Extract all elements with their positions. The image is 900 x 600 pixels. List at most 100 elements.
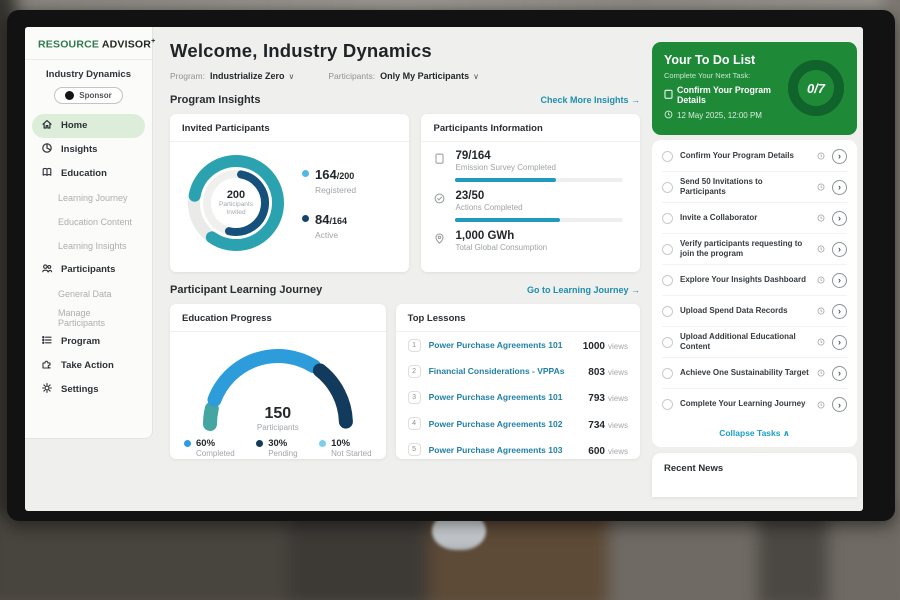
lesson-link[interactable]: Power Purchase Agreements 101 (429, 392, 581, 402)
go-to-learning-journey-link[interactable]: Go to Learning Journey → (527, 285, 640, 295)
rank-badge: 5 (408, 443, 421, 456)
legend-registered: 164/200 Registered (302, 166, 356, 195)
location-pin-icon (433, 232, 446, 250)
legend-dot (302, 170, 309, 177)
sidebar-item-participants[interactable]: Participants (32, 258, 145, 282)
sidebar-item-label: Settings (61, 384, 98, 395)
card-title: Invited Participants (170, 114, 409, 142)
sidebar-item-home[interactable]: Home (32, 114, 145, 138)
program-filter-value: Industrialize Zero (210, 71, 285, 81)
clock-icon (817, 302, 825, 320)
task-go-button[interactable]: › (832, 180, 847, 195)
collapse-tasks-link[interactable]: Collapse Tasks ∧ (662, 420, 847, 443)
sidebar-item-label: Participants (61, 264, 115, 275)
task-label: Upload Additional Educational Content (680, 332, 810, 353)
task-go-button[interactable]: › (832, 397, 847, 412)
chevron-right-icon: › (838, 337, 841, 347)
task-row-complete-learning-journey[interactable]: Complete Your Learning Journey › (662, 389, 847, 420)
task-checkbox[interactable] (662, 399, 673, 410)
lesson-link[interactable]: Power Purchase Agreements 102 (429, 419, 581, 429)
legend-dot (319, 440, 326, 447)
task-go-button[interactable]: › (832, 273, 847, 288)
sidebar-item-education-content[interactable]: Education Content (32, 210, 145, 234)
task-go-button[interactable]: › (832, 242, 847, 257)
task-checkbox[interactable] (662, 213, 673, 224)
participants-filter-label: Participants: (328, 71, 375, 81)
task-go-button[interactable]: › (832, 149, 847, 164)
survey-icon (433, 152, 446, 170)
sidebar-item-manage-participants[interactable]: Manage Participants (32, 306, 145, 330)
puzzle-icon (41, 358, 53, 373)
lesson-link[interactable]: Financial Considerations - VPPAs (429, 366, 581, 376)
sidebar-item-label: Learning Insights (58, 241, 127, 251)
clock-icon (817, 396, 825, 414)
metric-label: Emission Survey Completed (455, 163, 555, 172)
arrow-right-icon: → (631, 95, 640, 105)
task-checkbox[interactable] (662, 182, 673, 193)
gauge-center-label: Participants (183, 423, 373, 432)
todo-panel: Your To Do List Complete Your Next Task:… (650, 27, 863, 511)
actions-completed-row: 23/50 Actions Completed (421, 182, 640, 212)
task-checkbox[interactable] (662, 337, 673, 348)
chevron-right-icon: › (838, 151, 841, 161)
recent-news-card: Recent News (652, 453, 857, 497)
chevron-right-icon: › (838, 182, 841, 192)
task-checkbox[interactable] (662, 368, 673, 379)
lesson-link[interactable]: Power Purchase Agreements 101 (429, 340, 575, 350)
sidebar-item-general-data[interactable]: General Data (32, 282, 145, 306)
sidebar-item-learning-journey[interactable]: Learning Journey (32, 186, 145, 210)
legend-pending: 30%Pending (256, 438, 297, 458)
task-label: Achieve One Sustainability Target (680, 368, 810, 378)
task-row-confirm-program[interactable]: Confirm Your Program Details › (662, 141, 847, 172)
task-label: Confirm Your Program Details (680, 151, 810, 161)
task-checkbox[interactable] (662, 244, 673, 255)
legend-completed: 60%Completed (184, 438, 235, 458)
program-filter[interactable]: Program:Industrialize Zero∨ (170, 71, 294, 81)
sidebar-item-label: Manage Participants (58, 308, 136, 328)
task-row-upload-educational-content[interactable]: Upload Additional Educational Content › (662, 327, 847, 358)
views-unit: views (608, 447, 628, 456)
task-row-verify-participants[interactable]: Verify participants requesting to join t… (662, 234, 847, 265)
gauge-center-value: 150 (183, 405, 373, 423)
task-go-button[interactable]: › (832, 211, 847, 226)
task-row-upload-spend-data[interactable]: Upload Spend Data Records › (662, 296, 847, 327)
metric-value: 79/164 (455, 150, 555, 162)
task-go-button[interactable]: › (832, 335, 847, 350)
legend-dot (302, 215, 309, 222)
task-go-button[interactable]: › (832, 366, 847, 381)
task-go-button[interactable]: › (832, 304, 847, 319)
sidebar-item-program[interactable]: Program (32, 330, 145, 354)
org-name: Industry Dynamics (25, 69, 152, 80)
sidebar: RESOURCE ADVISOR+ Industry Dynamics Spon… (25, 27, 153, 439)
task-row-explore-insights[interactable]: Explore Your Insights Dashboard › (662, 265, 847, 296)
logo-resource: RESOURCE (38, 39, 99, 51)
main-content: Welcome, Industry Dynamics Program:Indus… (153, 27, 650, 511)
logo-advisor: ADVISOR (102, 39, 151, 51)
card-title: Top Lessons (396, 304, 640, 332)
task-row-achieve-target[interactable]: Achieve One Sustainability Target › (662, 358, 847, 389)
sidebar-item-education[interactable]: Education (32, 162, 145, 186)
participants-filter[interactable]: Participants:Only My Participants∨ (328, 71, 479, 81)
task-checkbox[interactable] (662, 275, 673, 286)
sidebar-nav: Home Insights Education Learning Journey… (25, 112, 152, 404)
lesson-link[interactable]: Power Purchase Agreements 103 (429, 445, 581, 455)
rank-badge: 3 (408, 391, 421, 404)
task-label: Invite a Collaborator (680, 213, 810, 223)
task-row-invite-collaborator[interactable]: Invite a Collaborator › (662, 203, 847, 234)
check-more-insights-link[interactable]: Check More Insights → (540, 95, 640, 105)
legend-label: Active (315, 230, 347, 240)
chevron-down-icon: ∨ (473, 72, 479, 81)
lesson-row: 5 Power Purchase Agreements 103 600views (396, 437, 640, 463)
sidebar-item-insights[interactable]: Insights (32, 138, 145, 162)
legend-total: /200 (337, 171, 355, 181)
invited-donut-chart: 200 Participants Invited (180, 147, 292, 259)
task-checkbox[interactable] (662, 306, 673, 317)
sidebar-item-take-action[interactable]: Take Action (32, 354, 145, 378)
card-title: Participants Information (421, 114, 640, 142)
legend-dot (256, 440, 263, 447)
views-count: 803 (588, 367, 605, 378)
sidebar-item-settings[interactable]: Settings (32, 378, 145, 402)
task-checkbox[interactable] (662, 151, 673, 162)
sidebar-item-learning-insights[interactable]: Learning Insights (32, 234, 145, 258)
task-row-send-invitations[interactable]: Send 50 Invitations to Participants › (662, 172, 847, 203)
